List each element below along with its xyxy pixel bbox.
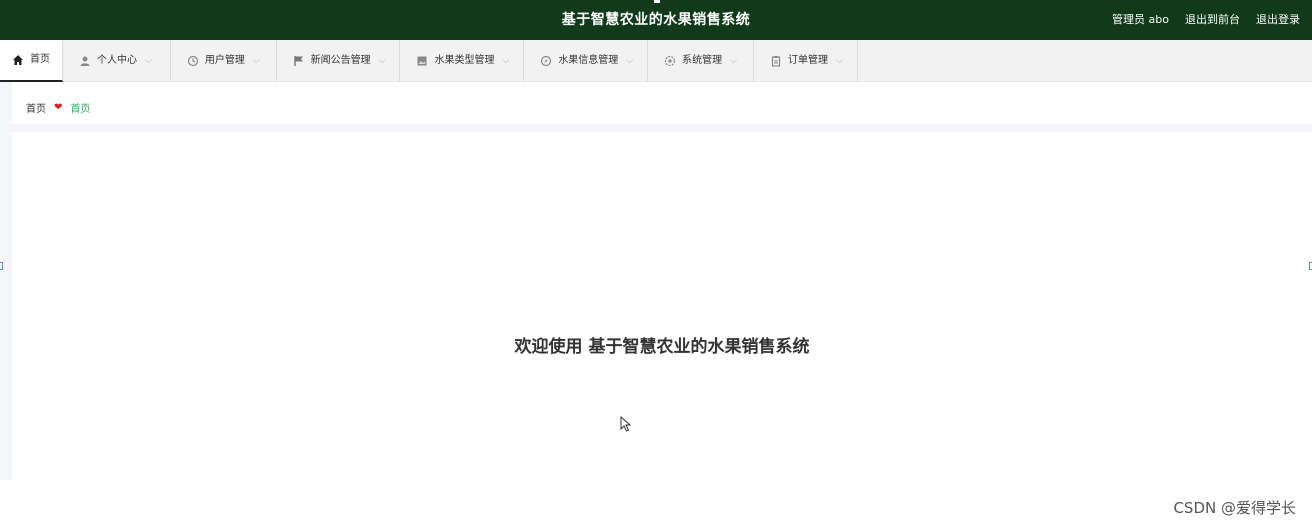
flag-icon: [293, 56, 303, 66]
main-nav: 首页 个人中心 ⌵ 用户管理 ⌵ 新闻公告管理 ⌵ 水果类型管理 ⌵ 水果信息管…: [0, 40, 1312, 82]
nav-item-fruit-type-management[interactable]: 水果类型管理 ⌵: [400, 40, 525, 82]
mouse-cursor-icon: [620, 416, 632, 432]
settings-icon: [665, 55, 676, 67]
chevron-down-icon: ⌵: [835, 56, 843, 66]
nav-item-home[interactable]: 首页: [0, 40, 63, 82]
chevron-down-icon: ⌵: [145, 56, 152, 66]
breadcrumb-current: 首页: [70, 103, 91, 115]
header-actions: 管理员 abo 退出到前台 退出登录: [1112, 0, 1300, 40]
top-header: 基于智慧农业的水果销售系统 管理员 abo 退出到前台 退出登录: [0, 0, 1312, 40]
left-edge-handle[interactable]: [0, 262, 3, 270]
heart-icon: ❤: [54, 101, 63, 113]
nav-item-user-management[interactable]: 用户管理 ⌵: [171, 40, 277, 82]
left-gutter: [0, 82, 12, 480]
compass-icon: [541, 55, 552, 67]
breadcrumb: 首页 ❤ 首页: [12, 90, 1312, 124]
nav-label: 系统管理: [682, 55, 723, 66]
chevron-down-icon: ⌵: [626, 56, 634, 66]
nav-item-system-management[interactable]: 系统管理 ⌵: [648, 40, 754, 82]
nav-label: 首页: [30, 54, 50, 65]
nav-label: 水果信息管理: [558, 55, 619, 66]
welcome-message: 欢迎使用 基于智慧农业的水果销售系统: [514, 337, 810, 357]
image-icon: [417, 56, 427, 66]
clipboard-icon: [771, 56, 781, 67]
nav-item-personal-center[interactable]: 个人中心 ⌵: [63, 40, 171, 82]
main-content: 欢迎使用 基于智慧农业的水果销售系统: [12, 132, 1312, 480]
breadcrumb-root[interactable]: 首页: [26, 100, 46, 115]
logout-link[interactable]: 退出登录: [1256, 0, 1300, 40]
clock-icon: [187, 55, 198, 67]
nav-item-order-management[interactable]: 订单管理 ⌵: [754, 40, 858, 82]
admin-user-label[interactable]: 管理员 abo: [1112, 0, 1169, 40]
nav-label: 新闻公告管理: [310, 55, 371, 66]
home-icon: [13, 55, 23, 65]
nav-label: 订单管理: [787, 55, 828, 66]
content-divider: [12, 124, 1312, 132]
nav-label: 个人中心: [97, 55, 137, 66]
chevron-down-icon: ⌵: [502, 56, 510, 66]
exit-to-front-link[interactable]: 退出到前台: [1185, 0, 1240, 40]
nav-label: 水果类型管理: [434, 55, 495, 66]
chevron-down-icon: ⌵: [730, 56, 737, 66]
nav-item-fruit-info-management[interactable]: 水果信息管理 ⌵: [524, 40, 649, 82]
chevron-down-icon: ⌵: [252, 56, 260, 66]
watermark: CSDN @爱得学长: [1173, 499, 1296, 517]
chevron-down-icon: ⌵: [378, 56, 386, 66]
user-icon: [80, 56, 90, 66]
nav-label: 用户管理: [204, 55, 245, 66]
nav-item-news-management[interactable]: 新闻公告管理 ⌵: [277, 40, 401, 82]
